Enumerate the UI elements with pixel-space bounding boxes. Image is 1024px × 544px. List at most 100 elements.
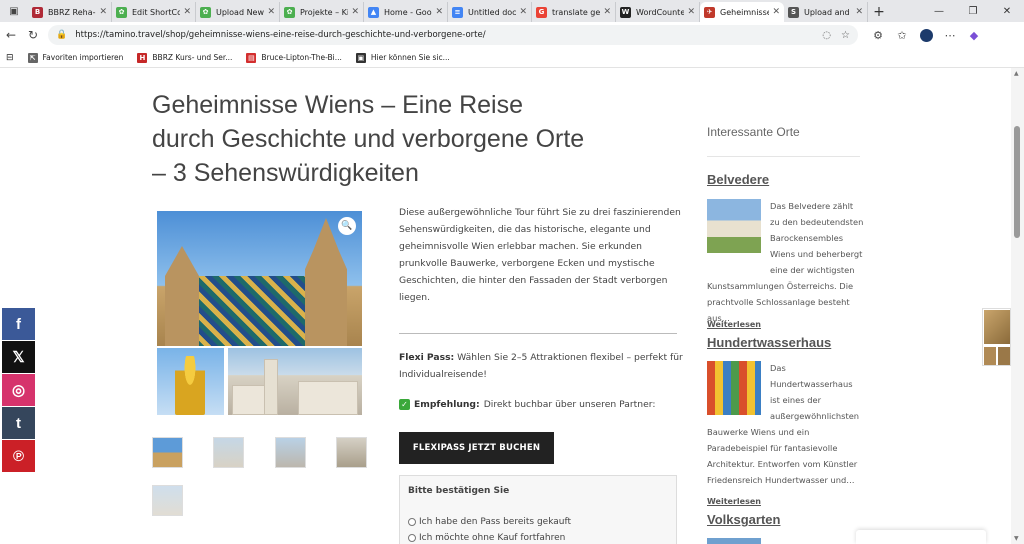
tab-title: Upload New [216, 7, 265, 17]
tab-favicon-icon: ▲ [368, 6, 379, 18]
window-menu-icon[interactable]: ▣ [0, 0, 28, 22]
browser-tab[interactable]: ≡ Untitled doc ✕ [448, 2, 532, 22]
back-icon[interactable]: ← [0, 28, 22, 42]
gallery-image-statue[interactable] [157, 348, 224, 415]
close-tab-icon[interactable]: ✕ [435, 7, 443, 17]
copilot-icon[interactable]: ◆ [962, 29, 986, 42]
browser-tab[interactable]: ✿ Projekte – Ki ✕ [280, 2, 364, 22]
close-tab-icon[interactable]: ✕ [183, 7, 191, 17]
tab-favicon-icon: W [620, 6, 631, 18]
close-tab-icon[interactable]: ✕ [687, 7, 695, 17]
thumbnail[interactable] [213, 437, 244, 468]
radio-circle-icon[interactable] [408, 534, 416, 542]
pinterest-share-icon[interactable]: ℗ [2, 440, 35, 472]
close-tab-icon[interactable]: ✕ [772, 7, 780, 17]
page-content: Geheimnisse Wiens – Eine Reise durch Ges… [0, 68, 1024, 544]
browser-tab[interactable]: ▲ Home - Goo ✕ [364, 2, 448, 22]
browser-tab[interactable]: ✈ Geheimnisse ✕ [700, 2, 784, 22]
minimize-icon[interactable]: — [922, 0, 956, 22]
scroll-down-icon[interactable]: ▼ [1014, 535, 1019, 542]
bookmark-tabs-icon[interactable]: ⊟ [6, 53, 14, 63]
thumbnail[interactable] [152, 437, 183, 468]
gallery-image-square[interactable] [228, 348, 362, 415]
tracking-icon[interactable]: ◌ [822, 30, 831, 41]
x-share-icon[interactable]: 𝕏 [2, 341, 35, 373]
product-title: Geheimnisse Wiens – Eine Reise durch Ges… [152, 91, 585, 187]
new-tab-button[interactable]: + [868, 2, 890, 22]
bookmark-item[interactable]: ▣ Hier können Sie sic... [355, 52, 450, 63]
tab-title: BBRZ Reha-G [48, 7, 96, 17]
read-more-link[interactable]: Weiterlesen [707, 320, 761, 329]
profile-avatar[interactable] [914, 28, 938, 42]
scrollbar-thumb[interactable] [1014, 126, 1020, 238]
facebook-share-icon[interactable]: f [2, 308, 35, 340]
close-tab-icon[interactable]: ✕ [603, 7, 611, 17]
flexi-pass-text: Flexi Pass: Wählen Sie 2–5 Attraktionen … [399, 349, 684, 383]
sidebar-heading: Interessante Orte [707, 125, 800, 139]
favorites-icon[interactable]: ✩ [890, 29, 914, 42]
zoom-icon[interactable]: 🔍 [338, 217, 356, 235]
scrollbar[interactable]: ▲ ▼ [1011, 68, 1024, 544]
chat-widget[interactable] [856, 530, 986, 544]
close-window-icon[interactable]: ✕ [990, 0, 1024, 22]
bookmark-icon: H [137, 52, 148, 63]
close-tab-icon[interactable]: ✕ [267, 7, 275, 17]
post-excerpt-belvedere: Das Belvedere zählt zu den bedeutendsten… [707, 201, 864, 323]
browser-tab[interactable]: W WordCounte ✕ [616, 2, 700, 22]
radio-continue-without[interactable]: Ich möchte ohne Kauf fortfahren [408, 533, 565, 543]
maximize-icon[interactable]: ❐ [956, 0, 990, 22]
post-image-volksgarten[interactable] [707, 538, 761, 544]
scroll-up-icon[interactable]: ▲ [1014, 70, 1019, 77]
tab-title: Upload and [804, 7, 850, 17]
tab-title: Geheimnisse [720, 7, 770, 17]
tab-favicon-icon: ✈ [704, 6, 715, 18]
bookmark-item[interactable]: H BBRZ Kurs- und Ser... [137, 52, 232, 63]
tab-title: translate ge [552, 7, 601, 17]
favorite-star-icon[interactable]: ☆ [841, 30, 850, 41]
flexipass-buy-button[interactable]: FLEXIPASS JETZT BUCHEN [399, 432, 554, 464]
bookmarks-bar: ⊟ ⇱ Favoriten importieren H BBRZ Kurs- und … [0, 48, 1024, 68]
tumblr-share-icon[interactable]: t [2, 407, 35, 439]
more-menu-icon[interactable]: ⋯ [938, 29, 962, 42]
post-title-volksgarten[interactable]: Volksgarten [707, 512, 780, 527]
url-text[interactable]: https://tamino.travel/shop/geheimnisse-w… [75, 30, 812, 40]
thumbnail[interactable] [336, 437, 367, 468]
thumbnail[interactable] [152, 485, 183, 516]
extensions-icon[interactable]: ⚙ [866, 29, 890, 42]
radio-circle-icon[interactable] [408, 518, 416, 526]
close-tab-icon[interactable]: ✕ [855, 7, 863, 17]
bookmark-item[interactable]: ▤ Bruce-Lipton-The-Bi... [246, 52, 342, 63]
bookmark-label: Hier können Sie sic... [370, 53, 450, 62]
instagram-share-icon[interactable]: ◎ [2, 374, 35, 406]
browser-tab[interactable]: S Upload and ✕ [784, 2, 868, 22]
tab-title: Projekte – Ki [300, 7, 349, 17]
post-title-belvedere[interactable]: Belvedere [707, 172, 769, 187]
close-tab-icon[interactable]: ✕ [519, 7, 527, 17]
read-more-link[interactable]: Weiterlesen [707, 497, 761, 506]
bookmark-icon: ⇱ [27, 52, 38, 63]
post-title-hundertwasserhaus[interactable]: Hundertwasserhaus [707, 335, 831, 350]
close-tab-icon[interactable]: ✕ [99, 7, 107, 17]
site-info-icon[interactable]: 🔒 [56, 30, 67, 40]
empfehlung-label: Empfehlung: [414, 399, 480, 410]
floating-image-widget[interactable] [982, 308, 1011, 366]
close-tab-icon[interactable]: ✕ [351, 7, 359, 17]
bookmark-label: Favoriten importieren [42, 53, 124, 62]
thumbnail[interactable] [275, 437, 306, 468]
browser-tab[interactable]: B BBRZ Reha-G✕ [28, 2, 112, 22]
radio-already-bought[interactable]: Ich habe den Pass bereits gekauft [408, 517, 571, 527]
address-toolbar: ← ↻ 🔒 https://tamino.travel/shop/geheimn… [0, 22, 1024, 48]
browser-tab[interactable]: ✿ Edit ShortCo ✕ [112, 2, 196, 22]
bookmark-icon: ▣ [355, 52, 366, 63]
browser-tab[interactable]: ✿ Upload New ✕ [196, 2, 280, 22]
flexi-label: Flexi Pass: [399, 352, 455, 363]
browser-tab[interactable]: Gtranslate ge ✕ [532, 2, 616, 22]
url-bar[interactable]: 🔒 https://tamino.travel/shop/geheimnisse… [48, 25, 858, 45]
checkmark-icon: ✓ [399, 399, 410, 410]
reload-icon[interactable]: ↻ [22, 28, 44, 42]
bookmark-item[interactable]: ⇱ Favoriten importieren [27, 52, 124, 63]
product-main-image[interactable]: 🔍 [157, 211, 362, 346]
divider [399, 333, 677, 334]
tab-favicon-icon: S [788, 6, 799, 18]
bookmark-icon: ▤ [246, 52, 257, 63]
